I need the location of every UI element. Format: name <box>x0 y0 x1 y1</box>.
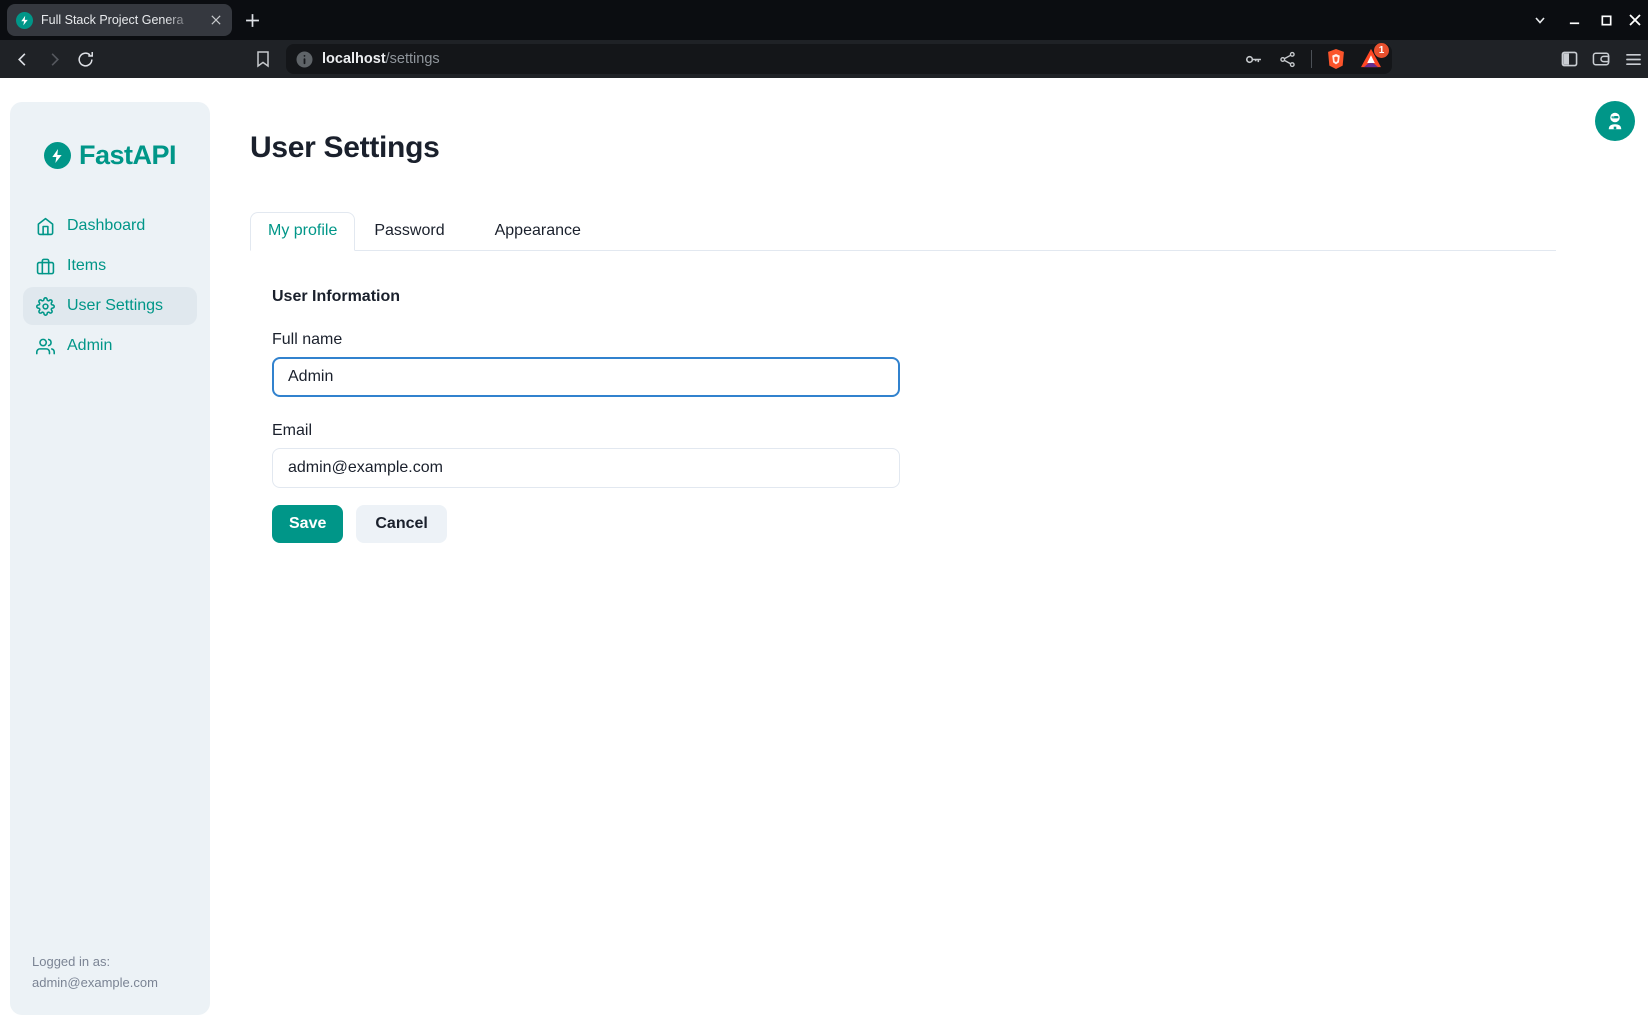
section-heading: User Information <box>272 288 1648 306</box>
tab-title: Full Stack Project Genera <box>41 13 200 27</box>
logged-in-footer: Logged in as: admin@example.com <box>32 951 158 993</box>
sidebar-item-items[interactable]: Items <box>23 247 197 285</box>
browser-tab-strip: Full Stack Project Genera <box>0 0 1648 40</box>
cancel-button[interactable]: Cancel <box>356 505 446 543</box>
profile-panel: User Information Full name Email Save Ca… <box>250 251 1648 543</box>
reload-button[interactable] <box>72 40 98 78</box>
url-path: /settings <box>386 51 440 67</box>
tab-appearance[interactable]: Appearance <box>478 213 598 250</box>
rewards-count-badge: 1 <box>1374 43 1389 58</box>
bookmark-icon[interactable] <box>250 40 276 78</box>
new-tab-button[interactable] <box>242 10 262 30</box>
tab-close-icon[interactable] <box>208 12 224 28</box>
brave-rewards-icon[interactable]: 1 <box>1360 48 1382 70</box>
logged-in-email: admin@example.com <box>32 972 158 993</box>
sidebar-item-label: Admin <box>67 337 112 355</box>
site-info-icon[interactable] <box>296 51 313 68</box>
page-title: User Settings <box>250 131 1648 165</box>
briefcase-icon <box>36 257 55 276</box>
fastapi-logo: FastAPI <box>10 140 210 171</box>
email-label: Email <box>272 422 1648 440</box>
tab-password[interactable]: Password <box>357 213 461 250</box>
sidebar-item-dashboard[interactable]: Dashboard <box>23 207 197 245</box>
forward-button[interactable] <box>41 40 67 78</box>
window-maximize-button[interactable] <box>1594 0 1618 40</box>
url-text: localhost/settings <box>322 51 440 67</box>
fastapi-logo-text: FastAPI <box>79 140 176 171</box>
sidebar-item-user-settings[interactable]: User Settings <box>23 287 197 325</box>
saved-password-key-icon[interactable] <box>1243 49 1264 70</box>
save-button[interactable]: Save <box>272 505 343 543</box>
back-button[interactable] <box>9 40 35 78</box>
browser-toolbar: localhost/settings 1 <box>0 40 1648 78</box>
browser-tab[interactable]: Full Stack Project Genera <box>7 4 232 36</box>
url-host: localhost <box>322 51 386 67</box>
tab-my-profile[interactable]: My profile <box>250 212 355 251</box>
fastapi-bolt-icon <box>44 142 71 169</box>
app-page: FastAPI Dashboard Items User Settings Ad… <box>0 78 1648 1025</box>
share-icon[interactable] <box>1278 50 1297 69</box>
main-content: User Settings My profile Password Appear… <box>250 78 1648 1025</box>
users-icon <box>36 337 55 356</box>
settings-tabs: My profile Password Appearance <box>250 212 1556 251</box>
gear-icon <box>36 297 55 316</box>
sidebar-item-label: Dashboard <box>67 217 145 235</box>
side-panel-toggle-icon[interactable] <box>1556 40 1582 78</box>
sidebar: FastAPI Dashboard Items User Settings Ad… <box>10 102 210 1015</box>
window-close-button[interactable] <box>1623 0 1647 40</box>
home-icon <box>36 217 55 236</box>
address-bar[interactable]: localhost/settings 1 <box>286 44 1392 74</box>
sidebar-nav: Dashboard Items User Settings Admin <box>23 207 197 365</box>
tab-search-chevron-icon[interactable] <box>1528 0 1552 40</box>
full-name-label: Full name <box>272 331 1648 349</box>
toolbar-divider <box>1311 50 1312 68</box>
wallet-icon[interactable] <box>1588 40 1614 78</box>
sidebar-item-admin[interactable]: Admin <box>23 327 197 365</box>
fastapi-favicon-icon <box>16 12 33 29</box>
menu-hamburger-icon[interactable] <box>1620 40 1646 78</box>
email-input[interactable] <box>272 448 900 488</box>
logged-in-label: Logged in as: <box>32 951 158 972</box>
form-buttons: Save Cancel <box>272 505 1648 543</box>
sidebar-item-label: Items <box>67 257 106 275</box>
sidebar-item-label: User Settings <box>67 297 163 315</box>
window-minimize-button[interactable] <box>1562 0 1586 40</box>
full-name-input[interactable] <box>272 357 900 397</box>
brave-shields-icon[interactable] <box>1326 48 1346 70</box>
